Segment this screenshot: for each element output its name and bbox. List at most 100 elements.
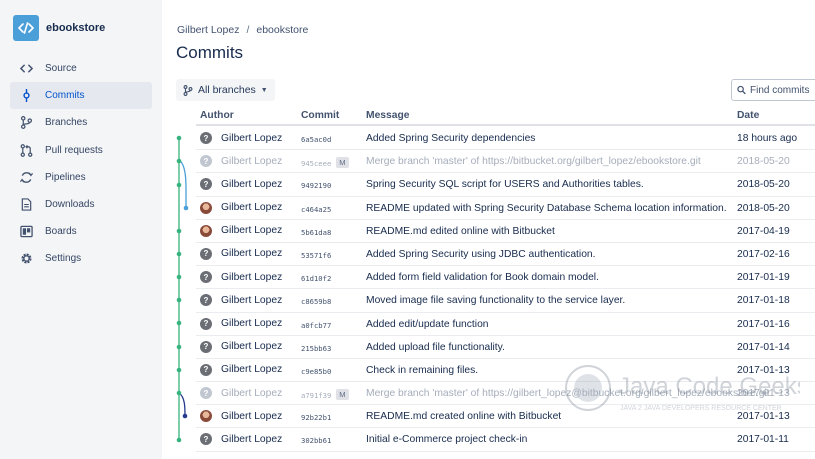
avatar: ? <box>200 363 212 376</box>
sidebar-item-source[interactable]: Source <box>10 55 152 82</box>
commit-node <box>176 182 182 188</box>
commit-author: Gilbert Lopez <box>200 224 282 237</box>
column-header-date: Date <box>737 110 760 121</box>
commit-date: 2018-05-20 <box>737 179 790 191</box>
commit-node <box>176 367 182 373</box>
commit-author: ? Gilbert Lopez <box>200 155 283 168</box>
author-name: Gilbert Lopez <box>221 318 283 329</box>
commit-hash-link[interactable]: a0fcb77 <box>301 321 331 330</box>
avatar: ? <box>200 271 212 284</box>
commits-table-body: ? Gilbert Lopez 6a5ac0d Added Spring Sec… <box>196 127 815 452</box>
commit-row[interactable]: ? Gilbert Lopez c8659b8 Moved image file… <box>196 289 815 313</box>
commit-hash-link[interactable]: 61d10f2 <box>301 274 331 283</box>
sidebar-item-pipelines[interactable]: Pipelines <box>10 164 152 191</box>
commit-hash: c464a25 <box>301 204 332 214</box>
avatar: ? <box>200 294 212 307</box>
commit-row[interactable]: ? Gilbert Lopez c9e85b0 Check in remaini… <box>196 359 815 383</box>
avatar: ? <box>200 340 212 353</box>
commit-message[interactable]: Added edit/update function <box>366 319 489 330</box>
commit-hash-link[interactable]: 92b22b1 <box>301 413 331 422</box>
sidebar-item-downloads[interactable]: Downloads <box>10 191 152 218</box>
commit-graph <box>176 135 189 443</box>
breadcrumb-separator: / <box>246 24 250 36</box>
commit-hash-link[interactable]: 9492190 <box>301 181 331 190</box>
commit-message[interactable]: Added upload file functionality. <box>366 342 505 353</box>
commit-hash: 9492190 <box>301 181 332 191</box>
breadcrumb-user-link[interactable]: Gilbert Lopez <box>177 24 239 36</box>
sidebar-item-label: Settings <box>45 253 82 265</box>
avatar: ? <box>200 178 212 191</box>
author-name: Gilbert Lopez <box>221 364 283 376</box>
branch-filter-dropdown[interactable]: All branches ▼ <box>176 79 275 101</box>
search-input[interactable] <box>750 84 815 96</box>
commit-hash-link[interactable]: 5b61da8 <box>301 228 331 237</box>
commit-date: 2017-04-19 <box>737 225 790 237</box>
commit-message[interactable]: Initial e-Commerce project check-in <box>366 434 527 445</box>
commit-message[interactable]: Merge branch 'master' of https://bitbuck… <box>366 156 701 167</box>
commit-row[interactable]: ? Gilbert Lopez a791f39 M Merge branch 'm… <box>196 382 815 406</box>
commit-row[interactable]: Gilbert Lopez c464a25 README updated wit… <box>196 197 815 220</box>
commit-row[interactable]: ? Gilbert Lopez 9492190 Spring Security … <box>196 173 815 197</box>
commit-message[interactable]: Merge branch 'master' of https://gilbert… <box>366 388 770 399</box>
sidebar-item-settings[interactable]: Settings <box>10 245 152 272</box>
commit-date: 2017-01-13 <box>737 411 790 423</box>
commit-message[interactable]: Moved image file saving functionality to… <box>366 295 625 306</box>
find-commits-search[interactable] <box>731 79 815 101</box>
commit-hash-link[interactable]: 215bb63 <box>301 344 331 353</box>
commit-message[interactable]: Added Spring Security using JDBC authent… <box>366 249 596 260</box>
author-name: Gilbert Lopez <box>221 248 283 260</box>
author-name: Gilbert Lopez <box>221 433 283 445</box>
merge-badge: M <box>336 389 349 401</box>
author-name: Gilbert Lopez <box>221 341 283 353</box>
commit-message[interactable]: README.md edited online with Bitbucket <box>366 226 555 237</box>
pull-request-icon <box>19 143 33 157</box>
avatar: ? <box>200 317 212 330</box>
commit-message[interactable]: Spring Security SQL script for USERS and… <box>366 179 644 190</box>
commit-message[interactable]: Added form field validation for Book dom… <box>366 272 599 283</box>
commit-hash: 53571f6 <box>301 250 332 260</box>
commit-row[interactable]: Gilbert Lopez 5b61da8 README.md edited o… <box>196 220 815 243</box>
commit-hash-link[interactable]: c9e85b0 <box>301 367 331 376</box>
commit-message[interactable]: README.md created online with Bitbucket <box>366 411 561 422</box>
commit-date: 2017-01-18 <box>737 295 790 307</box>
commit-author: ? Gilbert Lopez <box>200 317 283 330</box>
repo-header[interactable]: ebookstore <box>13 13 162 43</box>
commit-message[interactable]: Added Spring Security dependencies <box>366 133 535 144</box>
avatar <box>200 224 212 237</box>
sidebar-item-boards[interactable]: Boards <box>10 218 152 245</box>
commit-hash-link[interactable]: c464a25 <box>301 205 331 214</box>
commit-hash-link[interactable]: 945ceee M <box>301 157 349 169</box>
author-name: Gilbert Lopez <box>221 155 283 167</box>
sidebar-item-label: Source <box>45 63 77 74</box>
commit-hash: 945ceee <box>301 158 332 168</box>
sidebar-item-pull-requests[interactable]: Pull requests <box>10 137 152 164</box>
commit-hash-link[interactable]: 6a5ac0d <box>301 135 331 144</box>
commit-node <box>176 437 182 443</box>
commit-author: ? Gilbert Lopez <box>200 294 282 307</box>
commit-hash-link[interactable]: a791f39 M <box>301 389 349 401</box>
sidebar-item-commits[interactable]: Commits <box>10 82 152 110</box>
commit-row[interactable]: ? Gilbert Lopez 945ceee M Merge branch 'm… <box>196 150 815 174</box>
commit-row[interactable]: ? Gilbert Lopez 61d10f2 Added form field… <box>196 266 815 290</box>
chevron-down-icon: ▼ <box>260 86 268 94</box>
commit-row[interactable]: ? Gilbert Lopez 6a5ac0d Added Spring Sec… <box>196 127 815 151</box>
commit-node <box>176 390 182 396</box>
commit-message[interactable]: Check in remaining files. <box>366 365 478 376</box>
commit-hash-link[interactable]: 53571f6 <box>301 251 331 260</box>
breadcrumb-repo-link[interactable]: ebookstore <box>256 24 308 36</box>
sidebar-item-branches[interactable]: Branches <box>10 109 152 136</box>
commit-row[interactable]: ? Gilbert Lopez 53571f6 Added Spring Sec… <box>196 243 815 267</box>
commit-hash: 5b61da8 <box>301 227 332 237</box>
commit-date: 18 hours ago <box>737 133 798 144</box>
commit-author: ? Gilbert Lopez <box>200 363 283 376</box>
commit-node <box>182 413 188 419</box>
commit-row[interactable]: ? Gilbert Lopez a0fcb77 Added edit/updat… <box>196 313 815 336</box>
commit-node <box>176 344 182 350</box>
commit-hash-link[interactable]: c8659b8 <box>301 297 331 306</box>
commit-row[interactable]: ? Gilbert Lopez 215bb63 Added upload fil… <box>196 336 815 359</box>
commit-message[interactable]: README updated with Spring Security Data… <box>366 203 727 214</box>
commit-hash-link[interactable]: 302bb61 <box>301 436 331 445</box>
author-name: Gilbert Lopez <box>221 387 283 399</box>
commit-row[interactable]: Gilbert Lopez 92b22b1 README.md created … <box>196 405 815 429</box>
commit-row[interactable]: ? Gilbert Lopez 302bb61 Initial e-Commer… <box>196 428 815 452</box>
